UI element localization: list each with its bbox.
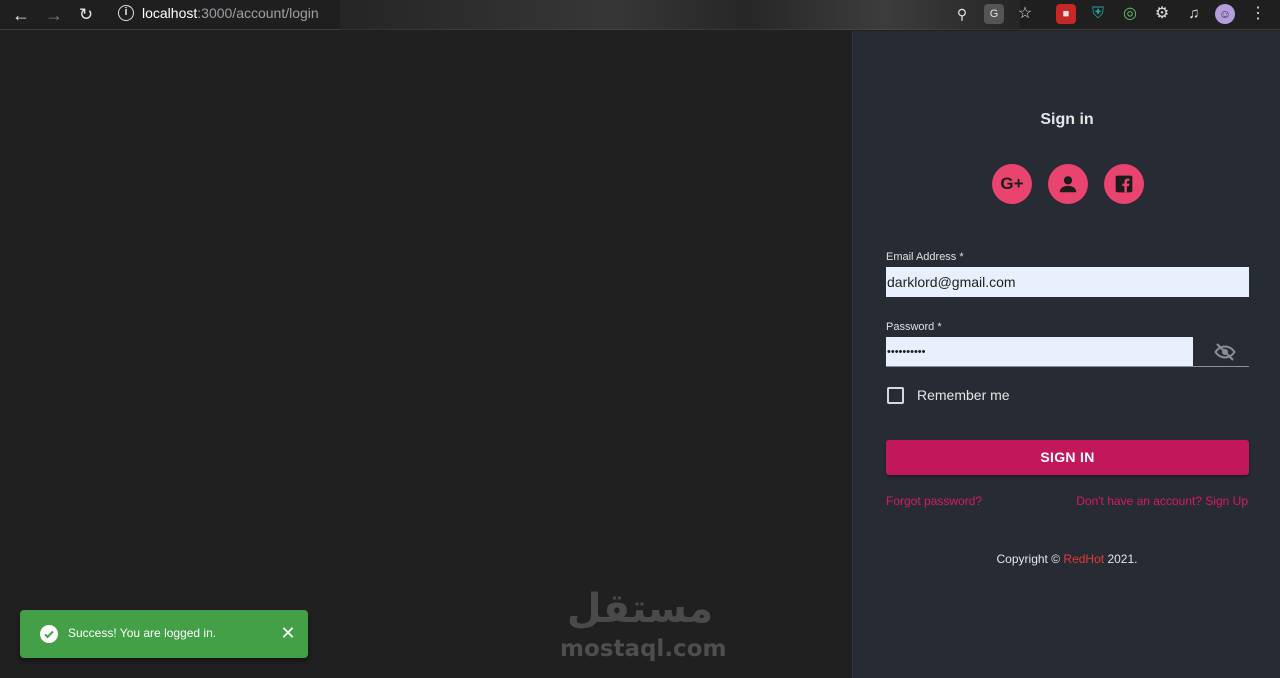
address-bar[interactable]: localhost:3000/account/login — [142, 5, 319, 21]
watermark-arabic: مستقل — [566, 586, 714, 632]
url-path: :3000/account/login — [197, 5, 319, 21]
shield-extension-icon[interactable]: ⛨ — [1088, 4, 1108, 24]
facebook-icon — [1115, 175, 1133, 193]
password-label: Password * — [886, 321, 942, 333]
url-host: localhost — [142, 5, 198, 21]
copyright-year: 2021. — [1107, 552, 1138, 566]
sign-in-button[interactable]: SIGN IN — [886, 440, 1249, 475]
browser-toolbar: ← → ↻ i localhost:3000/account/login ⚲ G… — [0, 0, 1280, 30]
email-field[interactable]: darklord@gmail.com — [886, 267, 1249, 297]
profile-avatar[interactable]: ☺ — [1215, 4, 1235, 24]
left-background-pane — [0, 31, 852, 678]
guest-login-button[interactable] — [1048, 164, 1088, 204]
page-title: Sign in — [1040, 111, 1094, 128]
facebook-login-button[interactable] — [1104, 164, 1144, 204]
info-icon[interactable]: i — [118, 5, 134, 21]
back-arrow-icon[interactable]: ← — [10, 4, 32, 26]
remember-me-checkbox[interactable] — [887, 387, 904, 404]
remember-me-label[interactable]: Remember me — [917, 387, 1010, 403]
person-icon — [1059, 176, 1077, 193]
reload-icon[interactable]: ↻ — [75, 4, 97, 26]
forward-arrow-icon[interactable]: → — [43, 4, 65, 26]
close-icon[interactable]: ✕ — [278, 623, 298, 643]
sign-up-link[interactable]: Don't have an account? Sign Up — [1076, 494, 1248, 508]
login-panel: Sign in G+ Email Address * darklord@gmai… — [852, 31, 1280, 678]
check-circle-icon — [40, 625, 58, 643]
translate-icon[interactable]: G — [984, 4, 1004, 24]
key-icon[interactable]: ⚲ — [952, 4, 972, 24]
eye-off-icon[interactable] — [1213, 340, 1237, 364]
google-plus-login-button[interactable]: G+ — [992, 164, 1032, 204]
toast-message: Success! You are logged in. — [68, 626, 217, 640]
copyright-text: Copyright © RedHot 2021. — [853, 552, 1280, 566]
extension-red-icon[interactable]: ■ — [1056, 4, 1076, 24]
forgot-password-link[interactable]: Forgot password? — [886, 494, 982, 508]
more-menu-icon[interactable]: ⋮ — [1248, 4, 1268, 24]
google-plus-icon: G+ — [1000, 174, 1024, 193]
success-toast: Success! You are logged in. ✕ — [20, 610, 308, 658]
toolbar-background-decoration — [340, 0, 1020, 30]
email-label: Email Address * — [886, 251, 964, 263]
copyright-prefix: Copyright © — [996, 552, 1061, 566]
copyright-brand-link[interactable]: RedHot — [1063, 552, 1104, 566]
password-field[interactable]: •••••••••• — [886, 337, 1193, 367]
watermark-latin: mostaql.com — [560, 636, 727, 662]
star-icon[interactable]: ☆ — [1015, 4, 1035, 24]
target-extension-icon[interactable]: ◎ — [1120, 4, 1140, 24]
password-underline — [886, 366, 1249, 367]
puzzle-icon[interactable]: ⚙ — [1152, 4, 1172, 24]
playlist-icon[interactable]: ♫ — [1184, 4, 1204, 24]
